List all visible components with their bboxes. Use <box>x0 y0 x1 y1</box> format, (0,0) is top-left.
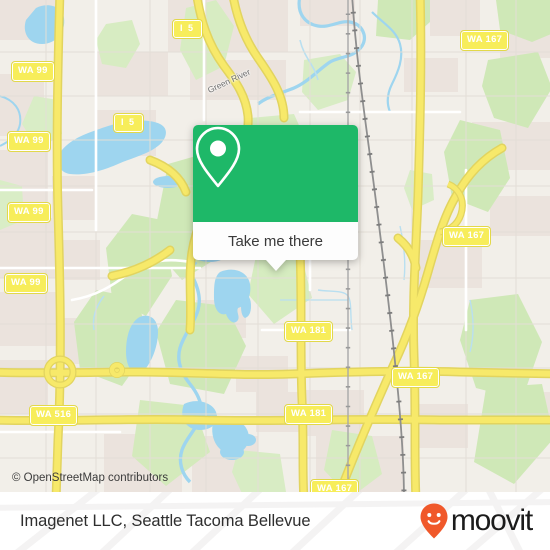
highway-shield: WA 99 <box>11 61 55 82</box>
moovit-logo[interactable]: moovit <box>419 502 533 540</box>
highway-shield: WA 167 <box>441 226 492 247</box>
highway-shield: I 5 <box>113 113 144 133</box>
highway-shield: WA 99 <box>7 202 51 223</box>
destination-popup-card[interactable]: Take me there <box>193 125 358 271</box>
take-me-there-label: Take me there <box>227 232 324 250</box>
popup-icon-area <box>193 125 358 222</box>
map-canvas[interactable]: Green River I 5 WA 99 I 5 WA 99 WA 99 WA 99 WA… <box>0 0 550 492</box>
highway-shield: WA 99 <box>7 131 51 152</box>
moovit-map-screenshot: Green River I 5 WA 99 I 5 WA 99 WA 99 WA 99 WA… <box>0 0 550 550</box>
take-me-there-button[interactable]: Take me there <box>193 222 358 260</box>
highway-shield: WA 167 <box>459 30 510 51</box>
place-title: Imagenet LLC, Seattle Tacoma Bellevue <box>20 511 311 530</box>
highway-shield: WA 516 <box>28 405 79 426</box>
highway-shield: WA 181 <box>283 321 334 342</box>
highway-shield: WA 181 <box>283 404 334 425</box>
osm-attribution[interactable]: © OpenStreetMap contributors <box>12 472 168 484</box>
footer-bar: Imagenet LLC, Seattle Tacoma Bellevue mo… <box>0 492 550 550</box>
highway-shield: WA 167 <box>390 367 441 388</box>
moovit-wordmark: moovit <box>450 504 533 537</box>
map-pin-icon <box>195 126 241 188</box>
moovit-pin-icon <box>420 503 448 539</box>
highway-shield: WA 99 <box>4 273 48 294</box>
highway-shield: WA 167 <box>309 479 360 492</box>
highway-shield: I 5 <box>172 19 203 39</box>
popup-tail <box>265 260 286 271</box>
